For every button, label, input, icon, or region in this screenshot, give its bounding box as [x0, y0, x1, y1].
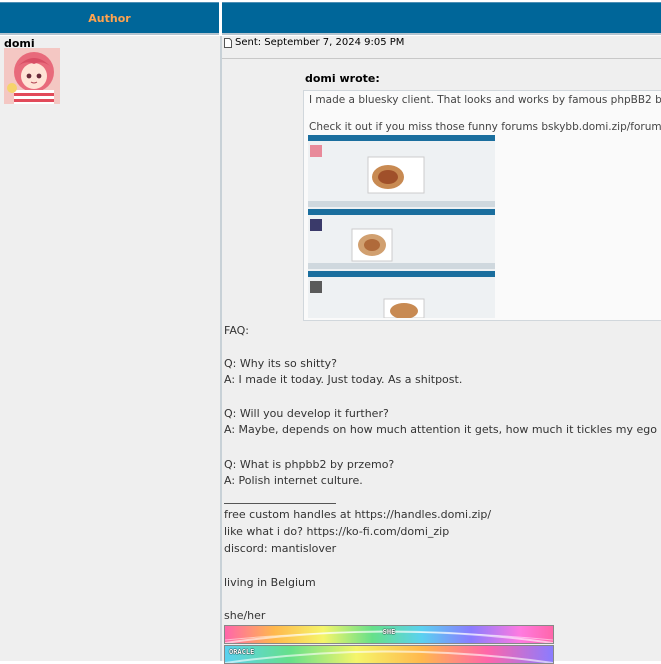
rainbow-banner: SHE	[224, 625, 554, 644]
post-header: Sent: September 7, 2024 9:05 PM	[224, 37, 404, 48]
post-document-icon	[224, 37, 232, 48]
rainbow-banner: ORACLE	[224, 645, 554, 664]
signature-divider	[224, 503, 336, 504]
signature-line: living in Belgium	[224, 576, 316, 589]
banner-label: SHE	[382, 628, 396, 636]
quote-box: I made a bluesky client. That looks and …	[303, 90, 661, 321]
faq-line: Q: Will you develop it further?	[224, 407, 389, 420]
banner-label: ORACLE	[229, 648, 255, 656]
signature-line: discord: mantislover	[224, 542, 337, 555]
signature-line: she/her	[224, 609, 266, 622]
quote-author: domi wrote:	[305, 72, 380, 85]
quote-line: I made a bluesky client. That looks and …	[309, 94, 661, 106]
faq-line: A: I made it today. Just today. As a shi…	[224, 373, 463, 386]
signature-link[interactable]: free custom handles at https://handles.d…	[224, 508, 491, 521]
signature-link[interactable]: like what i do? https://ko-fi.com/domi_z…	[224, 525, 449, 538]
message-panel: Sent: September 7, 2024 9:05 PM domi wro…	[221, 36, 661, 664]
author-panel: domi	[0, 36, 221, 661]
faq-line: Q: Why its so shitty?	[224, 357, 338, 370]
faq-line: A: Polish internet culture.	[224, 474, 363, 487]
post-sent-date: Sent: September 7, 2024 9:05 PM	[235, 37, 405, 48]
quote-line-link[interactable]: Check it out if you miss those funny for…	[309, 121, 661, 133]
message-column-header	[222, 2, 661, 35]
forum-screenshot-thumbnail[interactable]	[308, 135, 495, 318]
faq-line: A: Maybe, depends on how much attention …	[224, 423, 661, 436]
author-column-header: Author	[0, 2, 219, 35]
table-header-row: Author	[0, 0, 661, 36]
post-header-divider	[222, 58, 661, 59]
faq-line: FAQ:	[224, 324, 250, 337]
anime-avatar-icon	[4, 48, 60, 104]
faq-line: Q: What is phpbb2 by przemo?	[224, 458, 395, 471]
